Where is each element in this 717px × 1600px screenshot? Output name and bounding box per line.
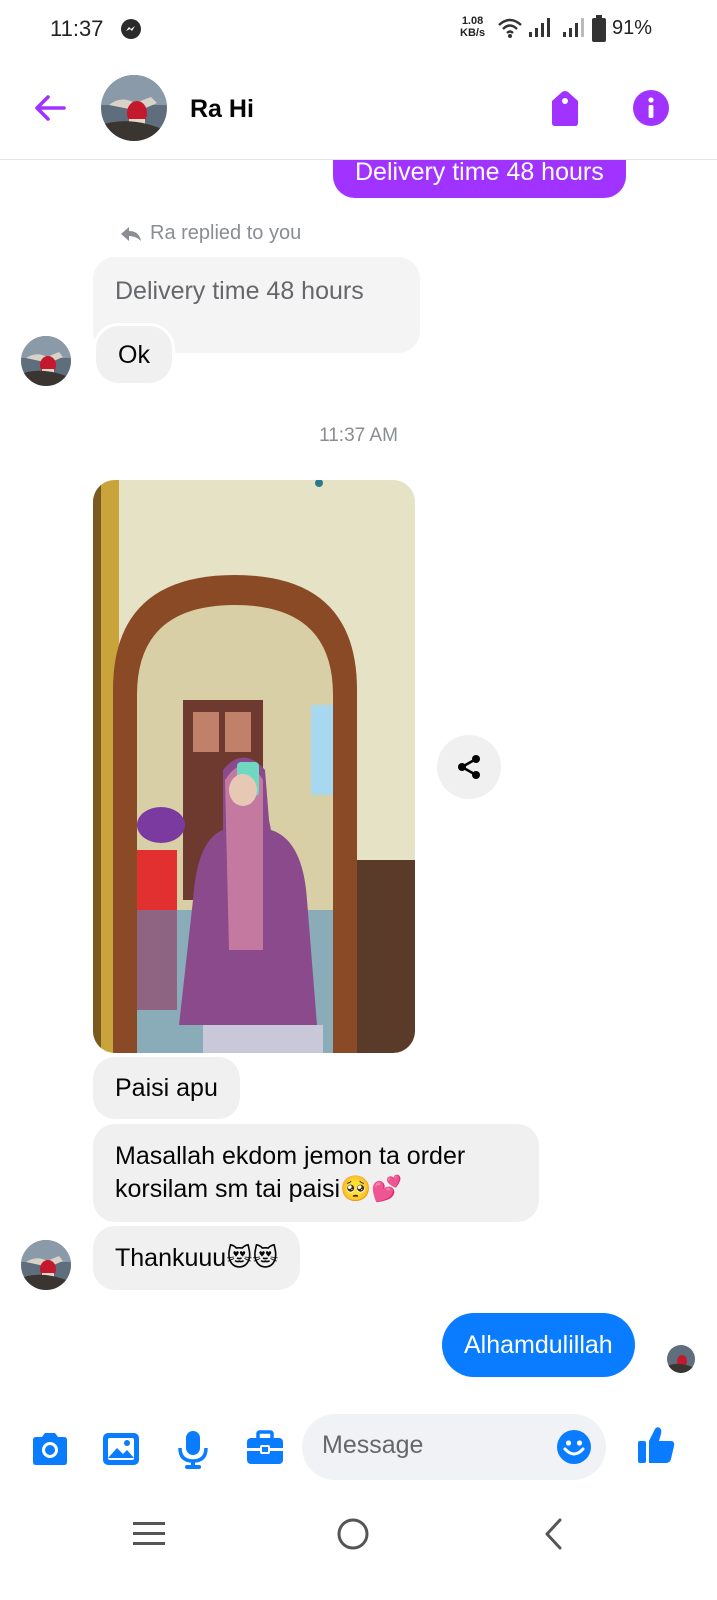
signal-icon-sim1 [529, 18, 550, 37]
message-composer: Message [0, 1410, 717, 1490]
incoming-message[interactable]: Masallah ekdom jemon ta order korsilam s… [93, 1124, 539, 1222]
back-arrow-icon[interactable] [30, 88, 70, 128]
recent-apps-icon[interactable] [129, 1514, 169, 1554]
outgoing-message[interactable]: Delivery time 48 hours [333, 160, 626, 198]
emoji-icon[interactable] [556, 1429, 592, 1465]
battery-percent: 91% [612, 17, 653, 39]
camera-icon[interactable] [29, 1428, 71, 1470]
sender-avatar [21, 336, 71, 386]
seen-avatar [667, 1345, 695, 1373]
system-navigation-bar [0, 1490, 717, 1600]
wifi-icon [498, 18, 522, 38]
shared-photo[interactable] [93, 480, 415, 1053]
battery-icon [592, 15, 606, 42]
share-icon [458, 755, 480, 779]
messenger-notification-icon [121, 19, 141, 39]
conversation-header: Ra Hi [0, 62, 717, 160]
status-bar: 11:37 1.08 KB/s 91% [0, 0, 717, 62]
tag-icon[interactable] [548, 89, 582, 127]
message-timestamp: 11:37 AM [319, 425, 398, 446]
contact-name[interactable]: Ra Hi [190, 95, 254, 124]
incoming-message[interactable]: Paisi apu [93, 1057, 240, 1119]
reply-arrow-icon [121, 226, 141, 241]
home-icon[interactable] [333, 1514, 373, 1554]
message-input[interactable]: Message [302, 1414, 606, 1480]
info-icon[interactable] [632, 89, 670, 127]
microphone-icon[interactable] [172, 1428, 214, 1470]
incoming-message[interactable]: Ok [93, 323, 175, 386]
share-button[interactable] [437, 735, 501, 799]
message-placeholder: Message [322, 1431, 424, 1459]
gallery-icon[interactable] [100, 1428, 142, 1470]
sender-avatar [21, 1240, 71, 1290]
briefcase-icon[interactable] [244, 1428, 286, 1470]
outgoing-message[interactable]: Alhamdulillah [442, 1313, 635, 1377]
message-thread: Delivery time 48 hours Ra replied to you… [0, 160, 717, 1420]
thumbs-up-icon[interactable] [635, 1424, 677, 1466]
contact-avatar[interactable] [101, 75, 167, 141]
signal-icon-sim2 [563, 18, 584, 37]
network-speed: 1.08 KB/s [460, 15, 486, 39]
reply-notice: Ra replied to you [120, 222, 301, 245]
incoming-message[interactable]: Thankuuu😻😻 [93, 1226, 301, 1290]
status-time: 11:37 [50, 16, 104, 41]
back-icon[interactable] [534, 1514, 574, 1554]
